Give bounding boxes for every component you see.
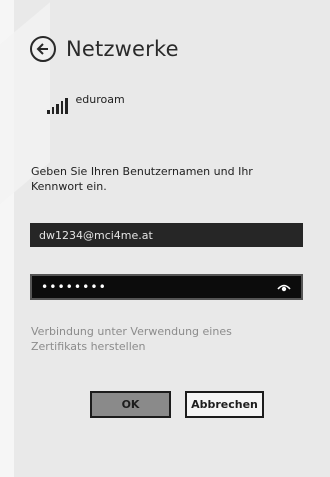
signal-strength-icon <box>47 98 68 114</box>
network-entry: eduroam <box>47 90 125 114</box>
username-value: dw1234@mci4me.at <box>39 228 153 242</box>
username-input[interactable]: dw1234@mci4me.at <box>30 223 303 247</box>
page-title: Netzwerke <box>66 37 179 61</box>
password-input[interactable]: •••••••• <box>30 274 303 300</box>
dialog-buttons: OK Abbrechen <box>90 391 264 418</box>
network-name: eduroam <box>75 93 125 106</box>
eye-reveal-icon[interactable] <box>276 281 292 293</box>
back-arrow-circle-icon[interactable] <box>30 36 56 62</box>
certificate-connect-link[interactable]: Verbindung unter Verwendung eines Zertif… <box>31 324 281 354</box>
cancel-button[interactable]: Abbrechen <box>185 391 264 418</box>
flyout-header: Netzwerke <box>30 32 179 66</box>
password-value: •••••••• <box>41 280 107 294</box>
credentials-instructions: Geben Sie Ihren Benutzernamen und Ihr Ke… <box>31 165 253 193</box>
ok-button[interactable]: OK <box>90 391 171 418</box>
